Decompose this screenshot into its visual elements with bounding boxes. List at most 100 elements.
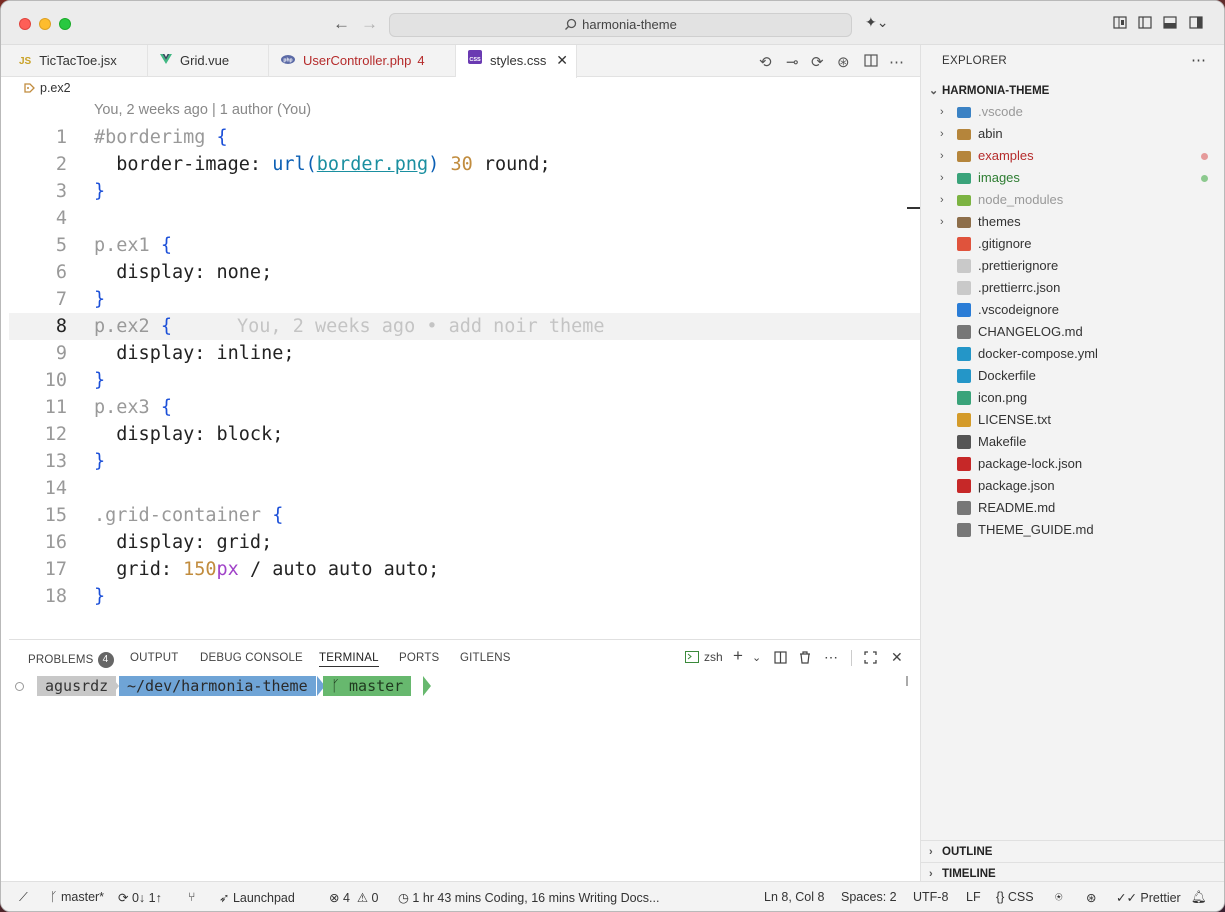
file-item[interactable]: icon.png xyxy=(921,387,1224,409)
problems-status[interactable]: ⊗ 4 ⚠ 0 xyxy=(329,890,379,905)
file-icon xyxy=(957,457,971,471)
git-branch-status[interactable]: ᚴ master* xyxy=(50,890,104,904)
forward-arrow-icon[interactable]: → xyxy=(361,14,378,34)
folder-item[interactable]: › images xyxy=(921,167,1224,189)
tab-output[interactable]: OUTPUT xyxy=(130,652,178,664)
braces-icon: {} xyxy=(996,890,1008,904)
tab-tictactoe[interactable]: JS TicTacToe.jsx xyxy=(7,45,148,77)
file-icon xyxy=(957,347,971,361)
maximize-panel-icon[interactable] xyxy=(864,651,877,664)
indentation[interactable]: Spaces: 2 xyxy=(841,890,897,904)
more-actions-icon[interactable]: ⋯ xyxy=(824,649,838,666)
file-item[interactable]: package.json xyxy=(921,475,1224,497)
sync-icon: ⟳ xyxy=(118,891,132,905)
tab-gitlens[interactable]: GITLENS xyxy=(460,652,511,664)
open-changes-icon[interactable]: ⟲ xyxy=(759,53,772,71)
tab-terminal[interactable]: TERMINAL xyxy=(319,652,379,667)
tab-grid-vue[interactable]: Grid.vue xyxy=(148,45,269,77)
file-item[interactable]: .gitignore xyxy=(921,233,1224,255)
folder-icon xyxy=(957,129,971,140)
item-label: Makefile xyxy=(978,434,1027,449)
file-item[interactable]: Dockerfile xyxy=(921,365,1224,387)
folder-item[interactable]: › themes xyxy=(921,211,1224,233)
codelens-authors[interactable]: You, 2 weeks ago | 1 author (You) xyxy=(94,102,311,118)
folder-item[interactable]: › .vscode xyxy=(921,101,1224,123)
js-file-icon: JS xyxy=(19,56,32,67)
new-terminal-icon[interactable]: + xyxy=(733,646,743,666)
terminal-profile[interactable]: zsh xyxy=(685,650,723,664)
file-item[interactable]: README.md xyxy=(921,497,1224,519)
copilot-icon[interactable]: ✦⌄ xyxy=(865,14,888,31)
chevron-right-icon: › xyxy=(940,106,944,118)
toggle-panel-icon[interactable] xyxy=(1163,16,1177,29)
sync-status[interactable]: ⟳ 0↓ 1↑ xyxy=(118,890,162,905)
copilot-status-icon[interactable]: ⍟ xyxy=(1055,890,1063,905)
tab-usercontroller-php[interactable]: php UserController.php 4 xyxy=(269,45,456,77)
language-mode[interactable]: {} CSS xyxy=(996,890,1034,904)
file-item[interactable]: .vscodeignore xyxy=(921,299,1224,321)
terminal-scrollbar[interactable] xyxy=(906,676,910,686)
outline-section[interactable]: › OUTLINE xyxy=(921,840,1224,862)
cursor-position[interactable]: Ln 8, Col 8 xyxy=(764,890,824,904)
breadcrumb-symbol[interactable]: p.ex2 xyxy=(40,81,71,95)
more-actions-icon[interactable]: ⋯ xyxy=(889,53,904,71)
file-item[interactable]: package-lock.json xyxy=(921,453,1224,475)
item-label: .prettierignore xyxy=(978,258,1059,273)
minimize-window-button[interactable] xyxy=(39,18,51,30)
item-label: .gitignore xyxy=(978,236,1032,251)
css-selector-icon xyxy=(24,83,35,93)
workspace-root-folder[interactable]: ⌄ HARMONIA-THEME xyxy=(921,81,1224,101)
wakatime-status[interactable]: ◷ 1 hr 43 mins Coding, 16 mins Writing D… xyxy=(398,890,659,905)
folder-item[interactable]: › abin xyxy=(921,123,1224,145)
split-terminal-icon[interactable] xyxy=(774,651,787,664)
launchpad-status[interactable]: ➶ Launchpad xyxy=(219,890,295,905)
folder-item[interactable]: › examples xyxy=(921,145,1224,167)
tab-problems[interactable]: PROBLEMS 4 xyxy=(28,652,114,668)
previous-change-icon[interactable]: ⊸ xyxy=(786,53,799,71)
trash-icon[interactable] xyxy=(799,651,811,664)
toggle-primary-sidebar-icon[interactable] xyxy=(1138,16,1152,29)
tab-debug-console[interactable]: DEBUG CONSOLE xyxy=(200,652,303,664)
breadcrumb: p.ex2 xyxy=(1,78,920,99)
file-item[interactable]: .prettierrc.json xyxy=(921,277,1224,299)
svg-text:php: php xyxy=(283,58,292,64)
file-item[interactable]: docker-compose.yml xyxy=(921,343,1224,365)
toggle-secondary-sidebar-icon[interactable] xyxy=(1189,16,1203,29)
customize-layout-icon[interactable] xyxy=(1113,16,1127,29)
folder-item[interactable]: › node_modules xyxy=(921,189,1224,211)
tab-ports[interactable]: PORTS xyxy=(399,652,439,664)
file-item[interactable]: Makefile xyxy=(921,431,1224,453)
error-icon: ⊗ xyxy=(329,891,343,905)
file-item[interactable]: LICENSE.txt xyxy=(921,409,1224,431)
file-icon xyxy=(957,479,971,493)
code-editor[interactable]: You, 2 weeks ago | 1 author (You) 1 #bord… xyxy=(9,99,920,639)
item-label: package.json xyxy=(978,478,1055,493)
prettier-status[interactable]: ✓✓ Prettier xyxy=(1116,890,1181,905)
code-line: 11 p.ex3 { xyxy=(44,397,172,418)
close-window-button[interactable] xyxy=(19,18,31,30)
file-item[interactable]: THEME_GUIDE.md xyxy=(921,519,1224,541)
overview-ruler-cursor xyxy=(907,207,920,209)
chevron-right-icon: › xyxy=(940,150,944,162)
search-icon xyxy=(565,18,577,30)
more-actions-icon[interactable]: ⋯ xyxy=(1191,51,1206,69)
gitlens-inspect-icon[interactable]: ⊛ xyxy=(837,53,850,71)
close-tab-icon[interactable]: ✕ xyxy=(556,45,568,76)
end-of-line[interactable]: LF xyxy=(966,890,981,904)
file-item[interactable]: CHANGELOG.md xyxy=(921,321,1224,343)
gitlens-graph-icon[interactable]: ⑂ xyxy=(188,890,196,904)
encoding[interactable]: UTF-8 xyxy=(913,890,948,904)
split-editor-icon[interactable] xyxy=(864,54,878,67)
next-change-icon[interactable]: ⟳ xyxy=(811,53,824,71)
file-item[interactable]: .prettierignore xyxy=(921,255,1224,277)
close-panel-icon[interactable]: ✕ xyxy=(891,649,903,666)
vscode-window: ← → harmonia-theme ✦⌄ JS TicTacToe.jsx Gr… xyxy=(0,0,1225,912)
zoom-window-button[interactable] xyxy=(59,18,71,30)
remote-icon[interactable]: ⟋ xyxy=(19,890,28,905)
command-center-search[interactable]: harmonia-theme xyxy=(389,13,852,37)
gitlens-status-icon[interactable]: ⊛ xyxy=(1086,890,1096,905)
tab-styles-css[interactable]: CSS styles.css ✕ xyxy=(456,45,577,78)
back-arrow-icon[interactable]: ← xyxy=(333,14,350,34)
chevron-down-icon[interactable]: ⌄ xyxy=(752,651,761,664)
notifications-icon[interactable]: 🔔︎ xyxy=(1191,890,1207,905)
